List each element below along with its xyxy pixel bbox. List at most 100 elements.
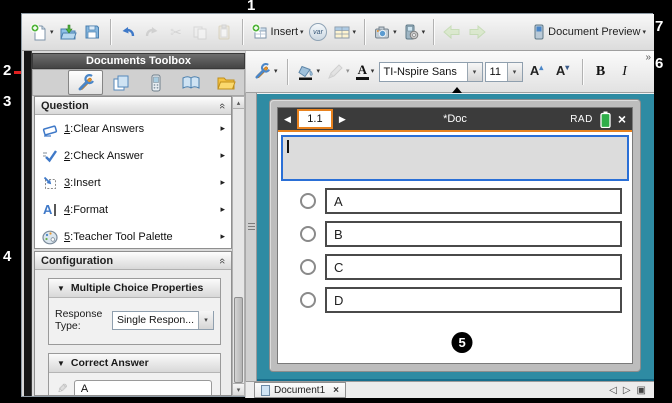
open-document-button[interactable] <box>57 18 80 46</box>
font-size-select[interactable]: 11 ▾ <box>485 62 523 82</box>
callout-1: 1 <box>247 0 255 14</box>
new-document-button[interactable]: ▾ <box>28 18 56 46</box>
response-type-select[interactable]: Single Respon... ▾ <box>112 311 214 330</box>
cut-button[interactable]: ✂ <box>165 18 188 46</box>
splitter-grip-icon <box>248 221 255 232</box>
scissors-icon: ✂ <box>170 24 182 41</box>
response-type-label: Response Type: <box>55 308 107 332</box>
chevron-down-icon[interactable]: ▾ <box>198 311 213 329</box>
callout-4: 4 <box>3 249 11 265</box>
correct-answer-section: ▼ Correct Answer ✎ A <box>48 353 221 396</box>
correct-answer-field[interactable]: A <box>74 380 212 396</box>
scroll-up-arrow[interactable]: ▴ <box>233 97 244 109</box>
answer-row: A <box>300 188 622 214</box>
chevron-down-icon[interactable]: ▾ <box>507 63 522 81</box>
previous-page-arrow[interactable]: ◀ <box>284 114 291 125</box>
response-type-value: Single Respon... <box>113 314 198 326</box>
radio-button[interactable] <box>300 292 316 308</box>
handheld-page-frame: ◀ 1.1 ▶ *Doc RAD × A <box>269 99 641 372</box>
tab-ti-smartview[interactable] <box>138 70 173 95</box>
document-preview-button[interactable]: Document Preview ▾ <box>530 18 648 46</box>
radio-button[interactable] <box>300 226 316 242</box>
chevron-down-icon: ▾ <box>317 68 321 75</box>
close-document-icon[interactable]: × <box>618 112 626 126</box>
configuration-panel-header[interactable]: Configuration « <box>35 252 231 270</box>
tab-page-sorter[interactable] <box>103 70 138 95</box>
toolbar-separator <box>364 19 365 45</box>
save-button[interactable] <box>81 18 104 46</box>
close-tab-icon[interactable]: × <box>333 385 339 396</box>
tab-utilities[interactable] <box>173 70 208 95</box>
document-tab-label: Document1 <box>274 385 325 396</box>
decrease-font-size-button[interactable]: A ▾ <box>551 60 575 84</box>
redo-icon <box>143 23 161 41</box>
chevron-down-icon: ▾ <box>642 29 646 36</box>
callout-2: 2 <box>3 63 11 79</box>
document-tools-button[interactable]: ▾ <box>251 58 280 86</box>
text-color-icon: A <box>356 64 369 80</box>
chevron-down-icon[interactable]: ▾ <box>467 63 482 81</box>
next-document-icon[interactable]: ▷ <box>623 385 631 396</box>
copy-button[interactable] <box>189 18 212 46</box>
submenu-arrow-icon: ▸ <box>220 123 225 134</box>
collapse-chevron-icon[interactable]: « <box>216 102 228 108</box>
radio-button[interactable] <box>300 259 316 275</box>
handheld-setup-button[interactable]: ▾ <box>400 18 428 46</box>
forward-button[interactable] <box>465 18 489 46</box>
menu-item-check-answer[interactable]: 2:Check Answer ▸ <box>35 142 231 169</box>
toolbar-overflow-chevron[interactable]: » <box>645 52 651 63</box>
document-tab[interactable]: Document1 × <box>254 382 346 398</box>
undo-button[interactable] <box>117 18 140 46</box>
tab-document-tools[interactable] <box>68 70 103 95</box>
panel-splitter[interactable] <box>245 93 257 381</box>
multiple-choice-properties-header[interactable]: ▼ Multiple Choice Properties <box>49 279 220 298</box>
answer-option-field[interactable]: A <box>325 188 622 214</box>
configuration-panel: Configuration « ▼ Multiple Choice Proper… <box>34 251 232 396</box>
fill-color-button[interactable]: ▾ <box>295 58 323 86</box>
menu-item-teacher-tool-palette[interactable]: 5:Teacher Tool Palette ▸ <box>35 223 231 250</box>
bold-button[interactable]: B <box>590 60 612 84</box>
previous-document-icon[interactable]: ◁ <box>609 385 617 396</box>
increase-font-size-button[interactable]: A ▴ <box>525 60 549 84</box>
triangle-down-icon: ▼ <box>57 359 65 368</box>
scroll-down-arrow[interactable]: ▾ <box>233 383 244 395</box>
triangle-down-icon: ▼ <box>57 284 65 293</box>
menu-item-format[interactable]: A 4:Format ▸ <box>35 196 231 223</box>
correct-answer-header[interactable]: ▼ Correct Answer <box>49 354 220 373</box>
next-page-arrow[interactable]: ▶ <box>339 114 346 125</box>
toolbar-separator <box>110 19 111 45</box>
paste-button[interactable] <box>213 18 236 46</box>
menu-item-clear-answers[interactable]: 1:Clear Answers ▸ <box>35 115 231 142</box>
redo-button[interactable] <box>141 18 164 46</box>
page-layout-icon[interactable]: ▣ <box>637 385 646 396</box>
question-text-area[interactable] <box>281 135 629 181</box>
question-panel-header[interactable]: Question « <box>35 97 231 115</box>
insert-button[interactable]: Insert ▾ <box>249 18 306 46</box>
page-tab[interactable]: 1.1 <box>297 109 333 129</box>
formatting-toolbar: ▾ ▾ ▾ A ▾ TI-Nspire Sans ▾ 11 ▾ A ▴ <box>245 51 654 93</box>
collapse-chevron-icon[interactable]: « <box>216 257 228 263</box>
save-icon <box>83 23 101 41</box>
open-book-icon <box>181 73 201 93</box>
scrollbar-thumb[interactable] <box>234 297 243 383</box>
line-color-button[interactable]: ▾ <box>324 58 352 86</box>
battery-icon <box>600 111 611 128</box>
answer-option-field[interactable]: C <box>325 254 622 280</box>
font-family-select[interactable]: TI-Nspire Sans ▾ <box>379 62 483 82</box>
answer-option-field[interactable]: D <box>325 287 622 313</box>
back-button[interactable] <box>440 18 464 46</box>
radio-button[interactable] <box>300 193 316 209</box>
tab-content-explorer[interactable] <box>208 70 243 95</box>
screen-capture-button[interactable]: ▾ <box>371 18 399 46</box>
submenu-arrow-icon: ▸ <box>220 204 225 215</box>
italic-button[interactable]: I <box>614 60 636 84</box>
answer-option-field[interactable]: B <box>325 221 622 247</box>
variables-button[interactable]: var <box>307 18 330 46</box>
insert-table-button[interactable]: ▾ <box>331 18 359 46</box>
toolbox-scrollbar[interactable]: ▴ ▾ <box>232 96 245 396</box>
document-icon <box>261 385 270 396</box>
callout-3: 3 <box>3 94 11 110</box>
menu-item-insert[interactable]: 3:Insert ▸ <box>35 169 231 196</box>
text-color-button[interactable]: A ▾ <box>354 58 377 86</box>
back-arrow-icon <box>442 23 462 41</box>
